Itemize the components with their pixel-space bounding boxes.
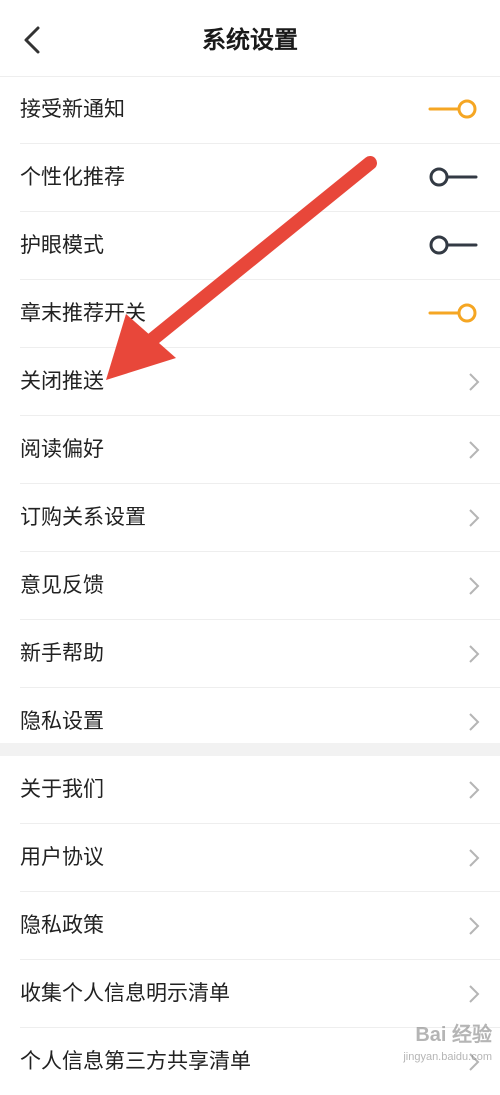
section-divider [0, 743, 500, 756]
chevron-right-icon [469, 509, 480, 527]
setting-row-notifications[interactable]: 接受新通知 [20, 76, 500, 144]
chevron-right-icon [469, 985, 480, 1003]
about-label: 关于我们 [20, 777, 104, 801]
setting-row-reading-preference[interactable]: 阅读偏好 [20, 416, 500, 484]
toggle-off-icon[interactable] [428, 166, 478, 188]
about-label: 收集个人信息明示清单 [20, 981, 230, 1005]
setting-row-eye-care[interactable]: 护眼模式 [20, 212, 500, 280]
setting-label: 意见反馈 [20, 573, 104, 597]
about-row-privacy-policy[interactable]: 隐私政策 [20, 892, 500, 960]
setting-row-close-push[interactable]: 关闭推送 [20, 348, 500, 416]
chevron-right-icon [469, 645, 480, 663]
setting-label: 阅读偏好 [20, 437, 104, 461]
settings-list: 接受新通知 个性化推荐 护眼模式 章末推荐开关 关闭推送 阅读偏好 订购关系设置… [0, 76, 500, 755]
setting-label: 护眼模式 [20, 233, 104, 257]
chevron-right-icon [469, 373, 480, 391]
setting-row-subscription[interactable]: 订购关系设置 [20, 484, 500, 552]
setting-row-personalized[interactable]: 个性化推荐 [20, 144, 500, 212]
about-label: 用户协议 [20, 845, 104, 869]
chevron-right-icon [469, 713, 480, 731]
setting-label: 接受新通知 [20, 97, 125, 121]
about-row-user-agreement[interactable]: 用户协议 [20, 824, 500, 892]
watermark-logo: Bai 经验 [415, 1024, 492, 1046]
chevron-right-icon [469, 849, 480, 867]
about-row-about-us[interactable]: 关于我们 [20, 756, 500, 824]
toggle-on-icon[interactable] [428, 98, 478, 120]
setting-row-help[interactable]: 新手帮助 [20, 620, 500, 688]
chevron-right-icon [469, 917, 480, 935]
chevron-right-icon [469, 577, 480, 595]
setting-label: 订购关系设置 [20, 505, 146, 529]
setting-label: 新手帮助 [20, 641, 104, 665]
toggle-on-icon[interactable] [428, 302, 478, 324]
setting-row-chapter-end[interactable]: 章末推荐开关 [20, 280, 500, 348]
page-title: 系统设置 [202, 26, 298, 54]
about-label: 个人信息第三方共享清单 [20, 1049, 251, 1073]
setting-label: 章末推荐开关 [20, 301, 146, 325]
top-bar: 系统设置 [0, 0, 500, 77]
watermark-url: jingyan.baidu.com [403, 1051, 492, 1063]
chevron-right-icon [469, 441, 480, 459]
about-label: 隐私政策 [20, 913, 104, 937]
setting-label: 关闭推送 [20, 369, 104, 393]
setting-label: 个性化推荐 [20, 165, 125, 189]
toggle-off-icon[interactable] [428, 234, 478, 256]
chevron-right-icon [469, 781, 480, 799]
setting-row-feedback[interactable]: 意见反馈 [20, 552, 500, 620]
